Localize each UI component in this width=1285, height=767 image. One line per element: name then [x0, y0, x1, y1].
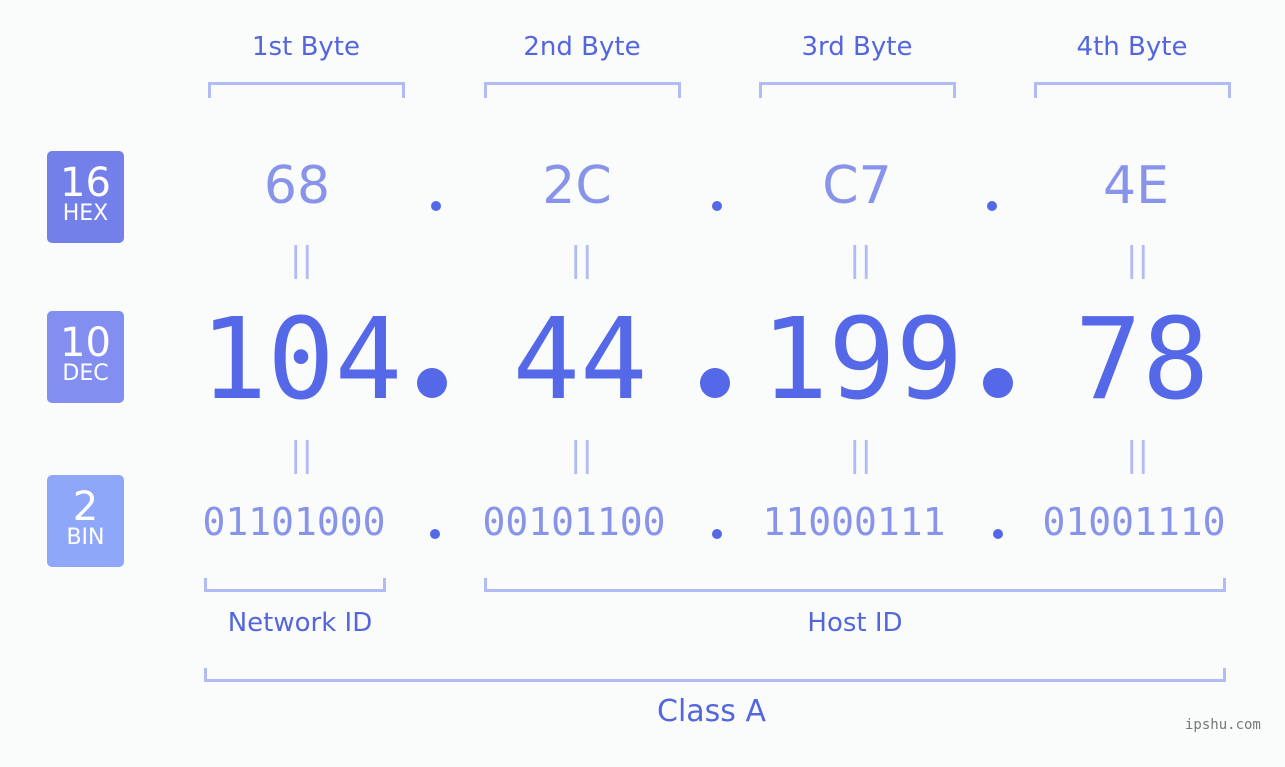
byte-bracket-3: [759, 82, 956, 98]
equals-hex-dec-3: ||: [849, 240, 872, 280]
byte-bracket-1: [208, 82, 405, 98]
hex-value-3: C7: [822, 156, 892, 216]
network-id-label: Network ID: [227, 608, 373, 638]
dec-value-3: 199: [760, 295, 964, 425]
dec-value-1: 104: [199, 295, 403, 425]
equals-hex-dec-4: ||: [1126, 240, 1149, 280]
hex-separator-dot-1: [431, 201, 441, 211]
hex-value-1: 68: [263, 156, 331, 216]
watermark: ipshu.com: [1185, 717, 1261, 733]
hex-value-4: 4E: [1103, 156, 1169, 216]
hex-base-number: 16: [60, 160, 111, 206]
host-id-bracket: [484, 578, 1226, 592]
equals-dec-bin-3: ||: [849, 435, 872, 475]
dec-badge: 10 DEC: [47, 311, 124, 403]
dec-separator-dot-1: [417, 368, 447, 398]
equals-dec-bin-2: ||: [570, 435, 593, 475]
bin-badge: 2 BIN: [47, 475, 124, 567]
class-bracket: [204, 668, 1226, 682]
bin-separator-dot-1: [430, 529, 440, 539]
hex-value-2: 2C: [542, 156, 612, 216]
byte-label-1: 1st Byte: [252, 32, 360, 62]
bin-value-4: 01001110: [1042, 500, 1226, 544]
hex-separator-dot-2: [712, 201, 722, 211]
bin-base-number: 2: [72, 484, 99, 530]
bin-value-3: 11000111: [762, 500, 946, 544]
class-label: Class A: [657, 694, 766, 729]
dec-base-number: 10: [60, 320, 111, 366]
byte-bracket-4: [1034, 82, 1231, 98]
dec-value-2: 44: [512, 295, 648, 425]
hex-badge: 16 HEX: [47, 151, 124, 243]
bin-separator-dot-2: [712, 529, 722, 539]
hex-base-label: HEX: [62, 201, 109, 226]
byte-bracket-2: [484, 82, 681, 98]
dec-separator-dot-3: [983, 368, 1013, 398]
byte-label-2: 2nd Byte: [523, 32, 641, 62]
dec-value-4: 78: [1074, 295, 1210, 425]
bin-value-2: 00101100: [482, 500, 666, 544]
bin-value-1: 01101000: [202, 500, 386, 544]
network-id-bracket: [204, 578, 386, 592]
dec-base-label: DEC: [62, 361, 109, 386]
byte-label-4: 4th Byte: [1076, 32, 1188, 62]
equals-dec-bin-4: ||: [1126, 435, 1149, 475]
equals-dec-bin-1: ||: [290, 435, 313, 475]
bin-base-label: BIN: [66, 525, 105, 550]
hex-separator-dot-3: [987, 201, 997, 211]
equals-hex-dec-2: ||: [570, 240, 593, 280]
dec-separator-dot-2: [700, 368, 730, 398]
byte-label-3: 3rd Byte: [801, 32, 913, 62]
bin-separator-dot-3: [993, 529, 1003, 539]
equals-hex-dec-1: ||: [290, 240, 313, 280]
host-id-label: Host ID: [807, 608, 903, 638]
